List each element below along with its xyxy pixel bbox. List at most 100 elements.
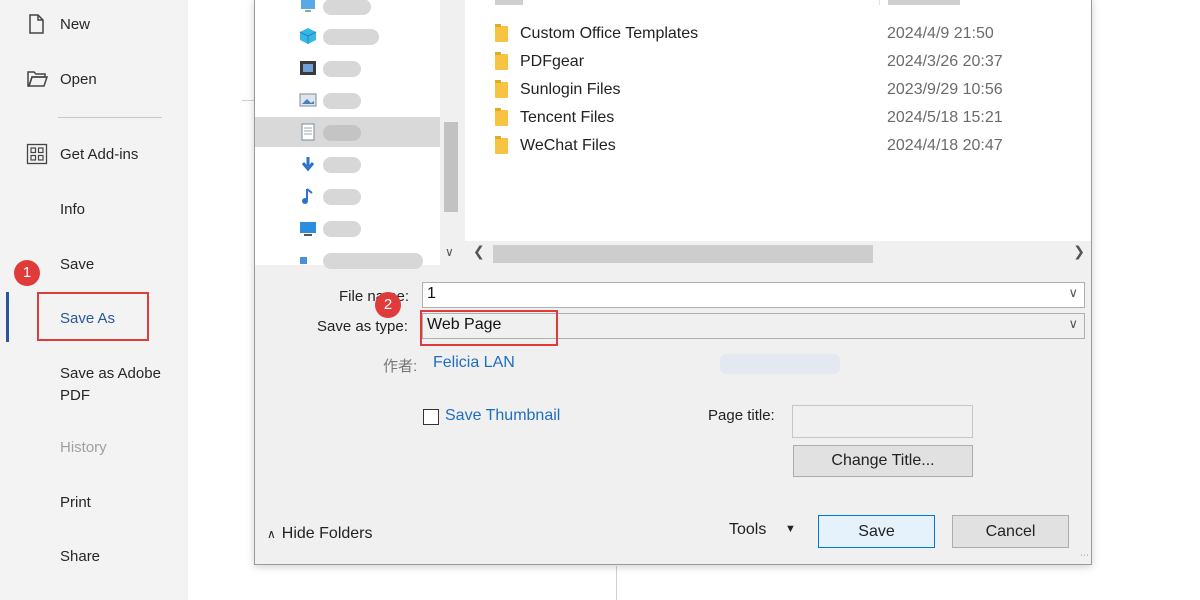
tree-item-label — [323, 157, 361, 173]
change-title-button[interactable]: Change Title... — [793, 445, 973, 477]
scrollbar-thumb[interactable] — [444, 122, 458, 212]
music-icon — [299, 187, 317, 205]
3d-objects-icon — [299, 27, 317, 45]
nav-print[interactable]: Print — [60, 494, 91, 511]
file-row[interactable]: PDFgear 2024/3/26 20:37 — [465, 49, 1091, 77]
folder-icon — [495, 24, 508, 42]
page-title-label: Page title: — [708, 407, 775, 424]
folder-icon — [495, 136, 508, 154]
new-document-icon — [26, 13, 48, 35]
scroll-right-icon[interactable]: ❯ — [1073, 243, 1085, 260]
hide-folders-button[interactable]: ∧ Hide Folders — [267, 525, 373, 543]
cancel-button[interactable]: Cancel — [952, 515, 1069, 548]
tree-item-label — [323, 29, 379, 45]
file-date: 2023/9/29 10:56 — [887, 81, 1003, 98]
save-as-dialog: ∨ Custom Office Templates 2024/4/9 21:50… — [254, 0, 1092, 565]
scrollbar-thumb[interactable] — [493, 245, 873, 263]
nav-open[interactable]: Open — [60, 71, 97, 88]
tree-item-label — [323, 0, 371, 15]
file-row[interactable]: WeChat Files 2024/4/18 20:47 — [465, 133, 1091, 161]
file-row[interactable]: Custom Office Templates 2024/4/9 21:50 — [465, 21, 1091, 49]
annotation-badge-2: 2 — [375, 292, 401, 318]
file-date: 2024/3/26 20:37 — [887, 53, 1003, 70]
documents-icon — [299, 123, 317, 141]
nav-info[interactable]: Info — [60, 201, 85, 218]
nav-share[interactable]: Share — [60, 548, 100, 565]
author-label: 作者: — [383, 358, 418, 375]
annotation-highlight-save-as-type — [420, 310, 558, 346]
save-as-type-label: Save as type: — [317, 318, 408, 335]
resize-grip-icon[interactable]: ⋯ — [1080, 550, 1089, 561]
blurred-metadata — [720, 354, 840, 374]
file-name: Custom Office Templates — [520, 25, 699, 42]
tools-menu[interactable]: Tools — [729, 521, 766, 539]
annotation-badge-1: 1 — [14, 260, 40, 286]
folder-tree-scrollbar[interactable]: ∨ — [440, 0, 462, 265]
videos-icon — [299, 59, 317, 77]
tree-item-label — [323, 125, 361, 141]
folder-icon — [495, 108, 508, 126]
background-line — [242, 100, 254, 101]
tree-item[interactable] — [255, 85, 440, 115]
scroll-left-icon[interactable]: ❮ — [473, 243, 485, 260]
annotation-highlight-save-as — [37, 292, 149, 341]
file-name: Tencent Files — [520, 109, 615, 126]
save-button[interactable]: Save — [818, 515, 935, 548]
folder-icon — [495, 52, 508, 70]
nav-save[interactable]: Save — [60, 256, 94, 273]
file-name: WeChat Files — [520, 137, 616, 154]
background-line — [616, 566, 617, 600]
tree-item[interactable] — [255, 181, 440, 211]
tree-item-label — [323, 189, 361, 205]
save-thumbnail-label[interactable]: Save Thumbnail — [445, 407, 560, 425]
tree-item[interactable] — [255, 21, 440, 51]
tree-item[interactable] — [255, 213, 440, 243]
drive-icon — [299, 251, 317, 269]
file-date: 2024/5/18 15:21 — [887, 109, 1003, 126]
chevron-down-icon[interactable]: ∨ — [1068, 285, 1078, 301]
pictures-icon — [299, 91, 317, 109]
computer-icon — [299, 0, 317, 15]
tree-item[interactable] — [255, 245, 440, 275]
selected-indicator — [6, 292, 9, 342]
desktop-icon — [299, 219, 317, 237]
open-folder-icon — [26, 68, 49, 90]
file-date: 2024/4/18 20:47 — [887, 137, 1003, 154]
nav-history: History — [60, 439, 107, 456]
nav-new[interactable]: New — [60, 16, 90, 33]
file-list-hscrollbar[interactable]: ❮ ❯ — [465, 241, 1091, 265]
column-header-date[interactable] — [879, 0, 970, 5]
tree-item-label — [323, 221, 361, 237]
tree-item-label — [323, 61, 361, 77]
file-date: 2024/4/9 21:50 — [887, 25, 994, 42]
page-title-field[interactable] — [792, 405, 973, 438]
dropdown-arrow-icon[interactable]: ▼ — [785, 523, 796, 535]
folder-tree[interactable] — [255, 0, 440, 269]
tree-item-label — [323, 93, 361, 109]
file-row[interactable]: Sunlogin Files 2023/9/29 10:56 — [465, 77, 1091, 105]
tree-item[interactable] — [255, 53, 440, 83]
tree-item-selected[interactable] — [255, 117, 440, 147]
file-row[interactable]: Tencent Files 2024/5/18 15:21 — [465, 105, 1091, 133]
tree-item[interactable] — [255, 0, 440, 21]
scroll-down-icon[interactable]: ∨ — [445, 245, 454, 259]
sidebar-divider — [58, 117, 162, 118]
add-ins-icon — [26, 143, 48, 165]
author-value[interactable]: Felicia LAN — [433, 354, 515, 372]
downloads-icon — [299, 155, 317, 173]
hide-folders-label: Hide Folders — [281, 525, 373, 542]
nav-save-as-adobe-pdf[interactable]: Save as Adobe PDF — [60, 363, 175, 407]
file-name: PDFgear — [520, 53, 585, 70]
file-name: Sunlogin Files — [520, 81, 621, 98]
file-name-value: 1 — [427, 285, 436, 302]
file-name-input[interactable]: 1 ∨ — [422, 282, 1085, 308]
tree-item[interactable] — [255, 149, 440, 179]
chevron-down-icon[interactable]: ∨ — [1068, 316, 1078, 332]
column-header-name[interactable] — [495, 0, 535, 5]
chevron-up-icon: ∧ — [267, 527, 276, 541]
folder-icon — [495, 80, 508, 98]
tree-item-label — [323, 253, 423, 269]
nav-get-add-ins[interactable]: Get Add-ins — [60, 146, 138, 163]
save-thumbnail-checkbox[interactable] — [423, 409, 439, 425]
file-list[interactable]: Custom Office Templates 2024/4/9 21:50 P… — [465, 0, 1091, 265]
